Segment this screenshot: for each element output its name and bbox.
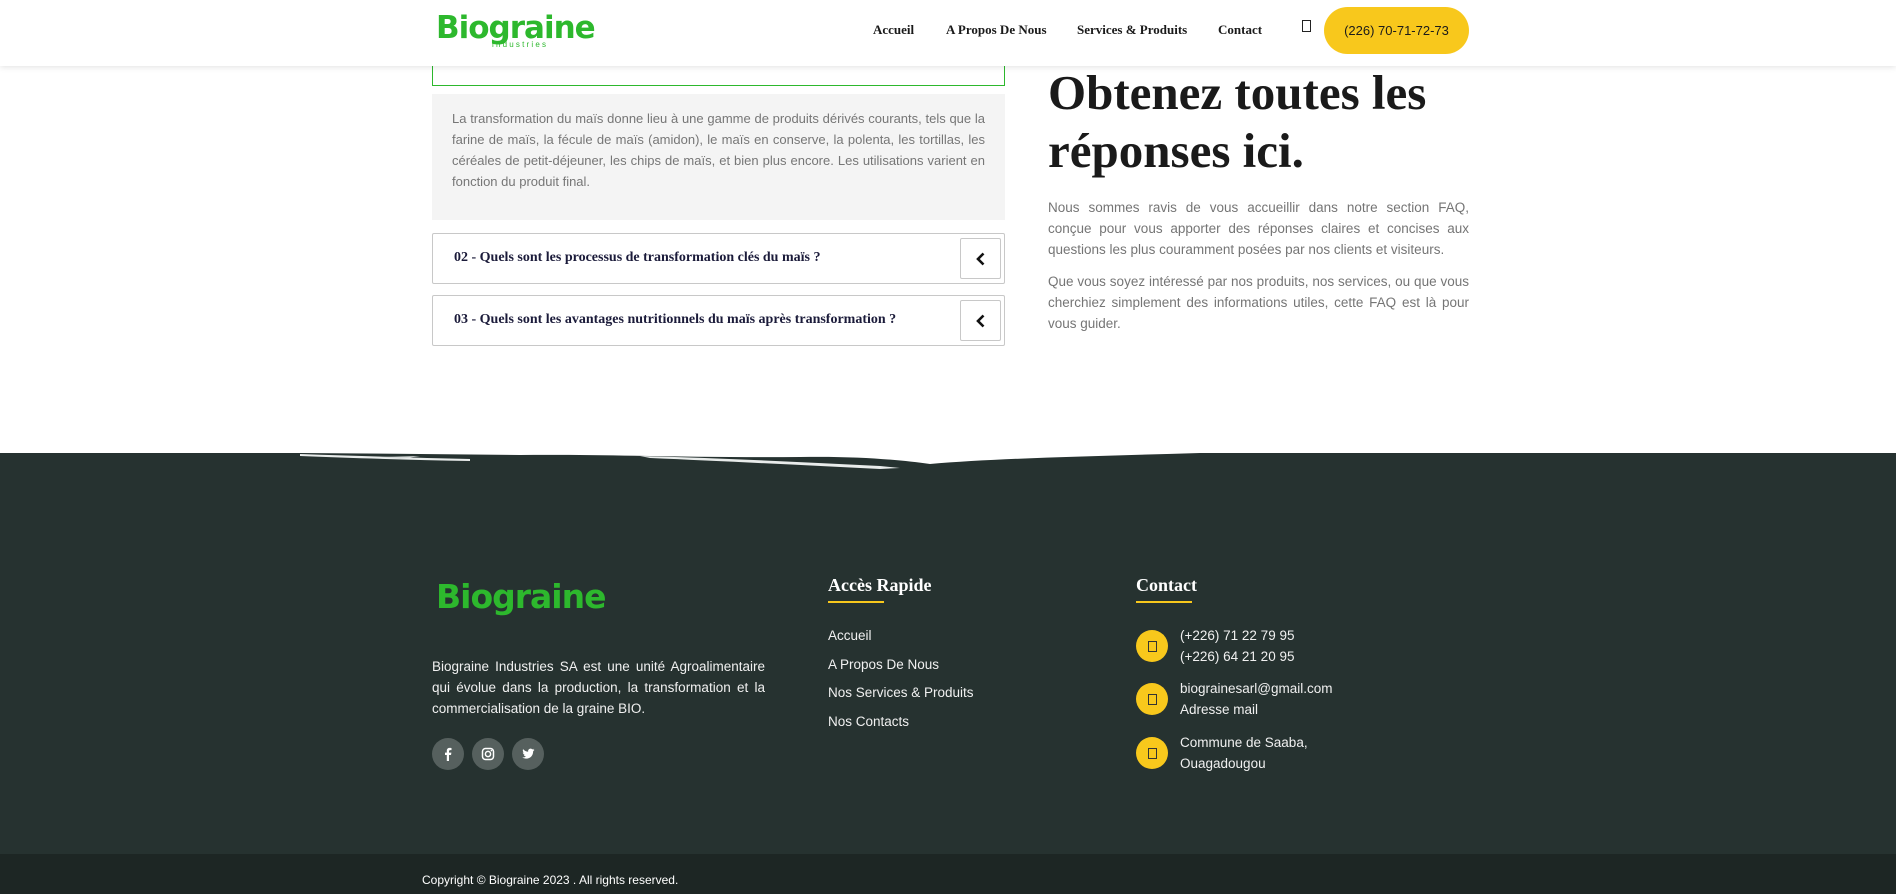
nav-a-propos[interactable]: A Propos De Nous <box>946 22 1047 38</box>
faq-open-answer: La transformation du maïs donne lieu à u… <box>432 94 1005 220</box>
faq-answer-text: La transformation du maïs donne lieu à u… <box>452 111 985 189</box>
copyright-bar <box>0 854 1896 894</box>
brush-divider <box>0 440 1896 469</box>
twitter-icon[interactable] <box>512 738 544 770</box>
faq-question: 03 - Quels sont les avantages nutritionn… <box>454 312 897 327</box>
footer-link-a-propos[interactable]: A Propos De Nous <box>828 657 939 672</box>
faq-title: Obtenez toutes les réponses ici. <box>1048 65 1427 178</box>
search-icon[interactable] <box>1302 20 1311 35</box>
logo-subtitle: industries <box>492 40 549 49</box>
copyright-text: Copyright © Biograine 2023 . All rights … <box>422 873 679 887</box>
contact-email-label: Adresse mail <box>1180 702 1259 717</box>
footer-link-accueil[interactable]: Accueil <box>828 628 872 643</box>
footer-link-services[interactable]: Nos Services & Produits <box>828 685 974 700</box>
nav-contact[interactable]: Contact <box>1218 22 1262 38</box>
chevron-left-icon <box>975 314 984 327</box>
nav-services-produits[interactable]: Services & Produits <box>1077 22 1187 38</box>
instagram-icon[interactable] <box>472 738 504 770</box>
site-header: Biograine industries Accueil A Propos De… <box>0 0 1896 66</box>
phone-icon <box>1136 630 1168 662</box>
facebook-icon[interactable] <box>432 738 464 770</box>
contact-email-address[interactable]: biograinesarl@gmail.com <box>1180 678 1333 699</box>
footer-about: Biograine Industries SA est une unité Ag… <box>432 659 765 716</box>
phone-button[interactable]: (226) 70-71-72-73 <box>1324 7 1469 54</box>
contact-phone: (+226) 71 22 79 95 (+226) 64 21 20 95 <box>1180 625 1294 667</box>
mail-icon <box>1136 683 1168 715</box>
title-underline <box>828 601 884 603</box>
chevron-left-icon <box>975 252 984 265</box>
faq-item-03[interactable]: 03 - Quels sont les avantages nutritionn… <box>432 295 1005 346</box>
faq-question: 02 - Quels sont les processus de transfo… <box>454 250 821 265</box>
faq-item-02[interactable]: 02 - Quels sont les processus de transfo… <box>432 233 1005 284</box>
contact-phone-1[interactable]: (+226) 71 22 79 95 <box>1180 625 1294 646</box>
contact-address-line1: Commune de Saaba, <box>1180 735 1308 750</box>
faq-description: Nous sommes ravis de vous accueillir dan… <box>1048 200 1469 257</box>
contact-email: biograinesarl@gmail.com Adresse mail <box>1180 678 1333 720</box>
faq-toggle-button[interactable] <box>960 238 1001 279</box>
location-icon <box>1136 737 1168 769</box>
title-underline <box>1136 601 1192 603</box>
contact-title: Contact <box>1136 575 1197 595</box>
logo[interactable]: Biograine industries <box>436 8 596 50</box>
footer-link-contacts[interactable]: Nos Contacts <box>828 714 909 729</box>
site-footer <box>0 453 1896 854</box>
contact-address-line2: Ouagadougou <box>1180 756 1266 771</box>
faq-description: Que vous soyez intéressé par nos produit… <box>1048 274 1469 331</box>
footer-logo[interactable]: Biograine <box>436 577 606 616</box>
nav-accueil[interactable]: Accueil <box>873 22 914 38</box>
quick-access-title: Accès Rapide <box>828 575 932 595</box>
contact-phone-2[interactable]: (+226) 64 21 20 95 <box>1180 646 1294 667</box>
contact-address: Commune de Saaba, Ouagadougou <box>1180 732 1308 774</box>
faq-toggle-button[interactable] <box>960 300 1001 341</box>
